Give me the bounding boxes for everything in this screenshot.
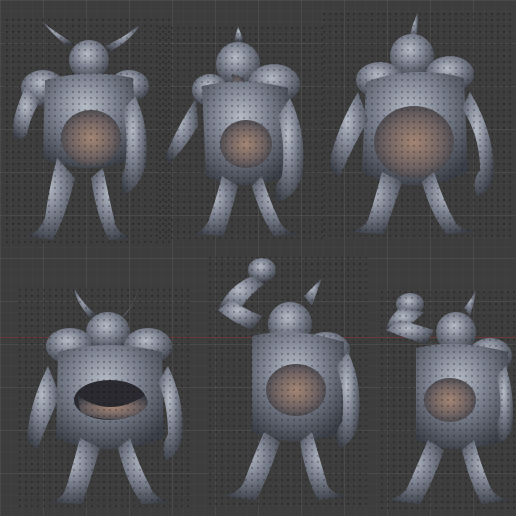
figure-5[interactable] bbox=[208, 256, 368, 508]
3d-viewport[interactable] bbox=[0, 0, 516, 516]
figure-1[interactable] bbox=[5, 18, 170, 243]
figure-6[interactable] bbox=[380, 290, 516, 510]
figure-4[interactable] bbox=[18, 288, 193, 510]
figure-3[interactable] bbox=[322, 12, 512, 237]
figure-2[interactable] bbox=[158, 26, 323, 241]
